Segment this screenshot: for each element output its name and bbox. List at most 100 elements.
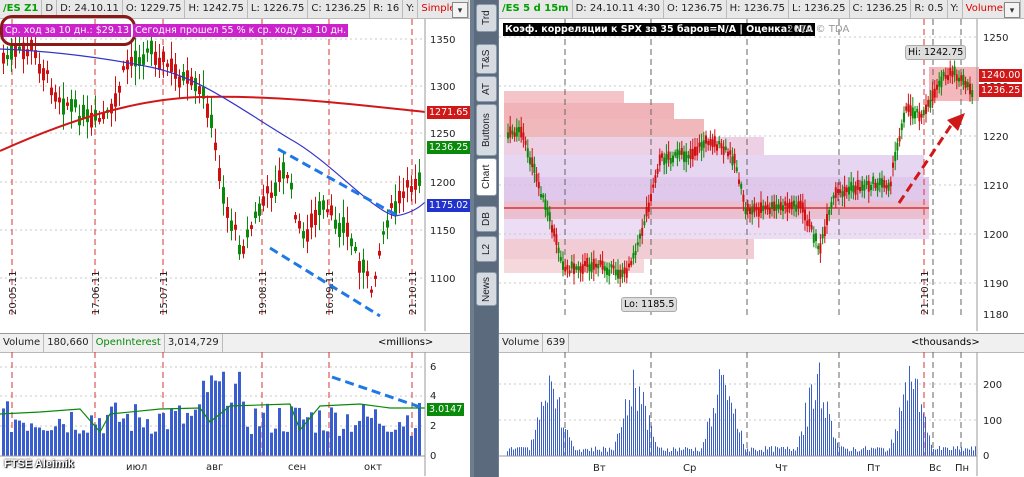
minimize-icon[interactable]: ▾	[1004, 2, 1020, 18]
volume-bar	[382, 425, 385, 456]
candle-body	[797, 201, 800, 209]
volume-bar	[635, 387, 636, 456]
volume-bar	[757, 451, 758, 456]
volume-bar	[793, 448, 794, 456]
candle-body	[559, 256, 562, 261]
candle-body	[58, 97, 61, 103]
volume-bar	[807, 426, 808, 456]
volume-bar	[775, 446, 776, 456]
volume-bar	[298, 407, 301, 456]
close-readout: C: 1236.25	[850, 0, 912, 18]
sidebar-db-button[interactable]: DB	[476, 206, 497, 232]
candle-body	[896, 142, 899, 151]
volume-tick: 4	[430, 391, 436, 402]
volume-bar	[721, 375, 722, 456]
volume-bar	[959, 449, 960, 456]
symbol-field[interactable]: /ES 5 d 15m	[499, 0, 573, 18]
sidebar-l2-button[interactable]: L2	[476, 236, 497, 262]
volume-bar	[701, 448, 702, 456]
candle-body	[378, 250, 381, 256]
date-label: 16.09.11	[325, 270, 336, 315]
sidebar-trd-button[interactable]: Trd	[476, 4, 497, 32]
volume-bar	[206, 392, 209, 456]
volume-bar	[767, 449, 768, 456]
volume-bar	[595, 446, 596, 456]
volume-bar	[945, 447, 946, 456]
left-price-axis: 1350 1300 1250 1200 1150 1100	[430, 35, 455, 285]
volume-bar	[410, 435, 413, 456]
volume-bar	[549, 375, 550, 456]
candle-body	[841, 191, 844, 198]
volume-bar	[322, 430, 325, 456]
volume-bar	[973, 450, 974, 456]
volume-bar	[517, 447, 518, 456]
volume-bar	[511, 447, 512, 456]
candle-body	[933, 88, 936, 98]
volume-bar	[729, 396, 730, 456]
candle-body	[632, 253, 635, 259]
candle-body	[374, 275, 377, 279]
sidebar-chart-button[interactable]: Chart	[476, 158, 497, 196]
volume-tick: 2	[430, 421, 436, 432]
candle-body	[916, 108, 919, 113]
sidebar-news-button[interactable]: News	[476, 272, 497, 306]
volume-bar	[254, 408, 257, 456]
candle-body	[608, 269, 611, 276]
candle-body	[606, 267, 608, 275]
oi-label: OpenInterest	[93, 334, 165, 352]
candle-body	[676, 149, 679, 159]
volume-bar	[709, 418, 710, 456]
right-chart-pane[interactable]: /ES 5 d 15m D: 24.10.11 4:30 O: 1236.75 …	[499, 0, 1024, 477]
candle-body	[522, 132, 525, 141]
volume-bar	[771, 446, 772, 456]
volume-bar	[118, 421, 121, 456]
sidebar-buttons-button[interactable]: Buttons	[476, 104, 497, 156]
oi-value: 3,014,729	[165, 334, 223, 352]
candle-body	[242, 246, 245, 254]
minimize-icon[interactable]: ▾	[452, 2, 468, 18]
candle-body	[390, 203, 393, 208]
volume-bar	[539, 419, 540, 456]
candle-body	[944, 74, 947, 79]
volume-bar	[406, 415, 409, 456]
sidebar-ts-button[interactable]: T&S	[476, 44, 497, 74]
volume-bar	[154, 431, 157, 456]
volume-bar	[953, 446, 954, 456]
candle-body	[960, 75, 963, 81]
candle-body	[850, 181, 853, 191]
volume-bar	[835, 438, 836, 456]
candle-body	[742, 194, 745, 202]
volume-bar	[657, 446, 658, 456]
right-volume-chart[interactable]: 200 100 0 Вт Ср Чт Пт Вс Пн	[499, 352, 1024, 476]
volume-bar	[535, 429, 536, 456]
volume-bar	[969, 449, 970, 456]
volume-bar	[242, 401, 245, 456]
candle-body	[575, 266, 578, 270]
volume-bar	[881, 447, 882, 456]
volume-bar	[609, 447, 610, 456]
volume-bar	[541, 401, 542, 456]
candle-body	[623, 267, 626, 274]
volume-bar	[885, 451, 886, 456]
volume-bar	[637, 410, 638, 456]
candle-body	[126, 60, 129, 70]
volume-bar	[386, 431, 389, 456]
right-price-chart[interactable]: 1250 1230 1220 1210 1200 1190 1180 21.10…	[499, 19, 1024, 331]
left-chart-pane[interactable]: /ES Z1 D D: 24.10.11 O: 1229.75 H: 1242.…	[0, 0, 471, 477]
volume-bar	[799, 436, 800, 456]
volume-bar	[22, 422, 25, 456]
left-price-chart[interactable]: 1350 1300 1250 1200 1150 1100 20.05.11 1…	[0, 19, 470, 331]
price-tick: 1300	[430, 82, 455, 93]
volume-bar	[907, 400, 908, 456]
volume-tick: 0	[430, 451, 436, 462]
candle-body	[338, 222, 341, 238]
candle-body	[718, 141, 721, 145]
today-progress-badge: Сегодня прошел 55 % к ср. ходу за 10 дн.	[133, 24, 349, 37]
y-readout: Y:	[403, 0, 419, 18]
sidebar-at-button[interactable]: AT	[476, 76, 497, 102]
volume-bar	[533, 439, 534, 456]
candle-body	[114, 93, 117, 107]
price-tick: 1180	[983, 310, 1008, 321]
date-label: 17.06.11	[91, 270, 102, 315]
volume-bar	[691, 448, 692, 456]
